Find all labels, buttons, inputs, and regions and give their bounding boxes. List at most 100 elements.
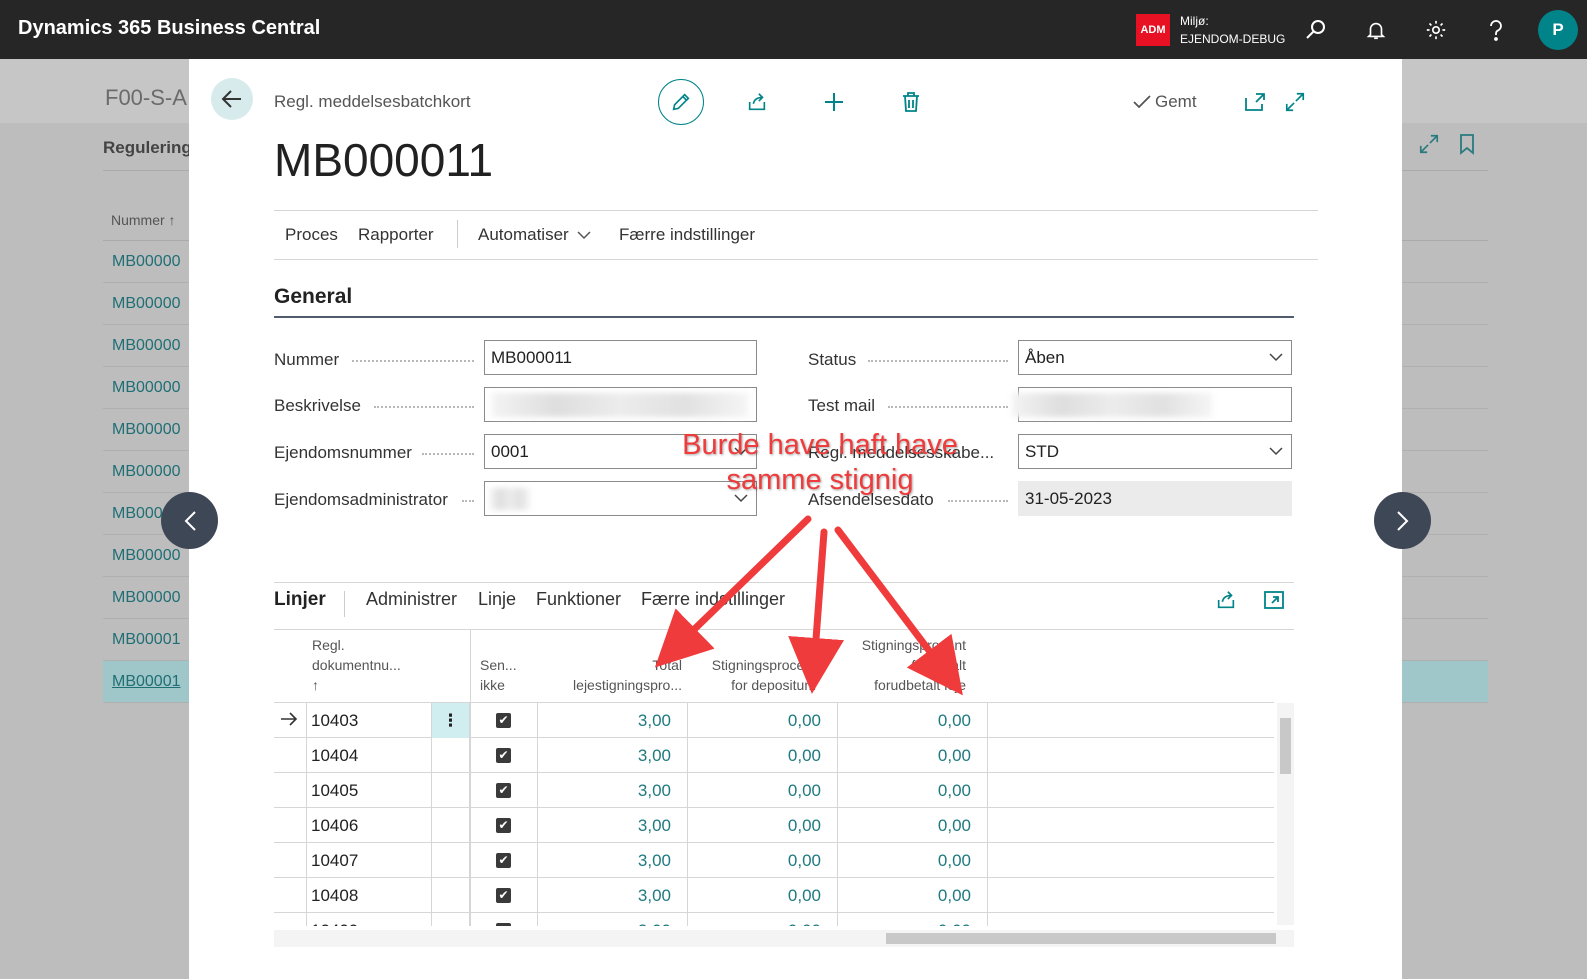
status-select[interactable]: Åben <box>1018 340 1292 375</box>
checkbox[interactable]: ✔ <box>496 748 511 763</box>
checkbox[interactable]: ✔ <box>496 853 511 868</box>
checkbox[interactable]: ✔ <box>496 888 511 903</box>
send-not-cell[interactable]: ✔ <box>470 703 538 738</box>
doc-number-cell[interactable]: 10403 <box>307 703 432 738</box>
prepaid-increase-cell[interactable]: 0,00 <box>838 738 988 773</box>
focus-mode-icon[interactable] <box>1258 584 1290 616</box>
table-row[interactable]: 10406 ✔ 3,00 0,00 0,00 <box>274 808 1274 843</box>
doc-number-cell[interactable]: 10408 <box>307 878 432 913</box>
send-not-cell[interactable]: ✔ <box>470 843 538 878</box>
prepaid-increase-cell[interactable]: 0,00 <box>838 878 988 913</box>
checkbox[interactable]: ✔ <box>496 923 511 926</box>
gear-icon[interactable] <box>1420 14 1452 46</box>
send-not-cell[interactable]: ✔ <box>470 808 538 843</box>
send-not-cell[interactable]: ✔ <box>470 773 538 808</box>
prepaid-increase-cell[interactable]: 0,00 <box>838 913 988 926</box>
total-increase-cell[interactable]: 3,00 <box>538 843 688 878</box>
share-icon[interactable] <box>734 79 780 125</box>
prepaid-increase-cell[interactable]: 0,00 <box>838 703 988 738</box>
table-row[interactable]: 10405 ✔ 3,00 0,00 0,00 <box>274 773 1274 808</box>
doc-number-cell[interactable]: 10406 <box>307 808 432 843</box>
delete-trash-icon[interactable] <box>888 79 934 125</box>
share-icon[interactable] <box>1210 584 1242 616</box>
prepaid-increase-cell[interactable]: 0,00 <box>838 773 988 808</box>
deposit-increase-cell[interactable]: 0,00 <box>688 878 838 913</box>
checkbox[interactable]: ✔ <box>496 713 511 728</box>
lines-menu-administrer[interactable]: Administrer <box>366 589 457 610</box>
deposit-increase-cell[interactable]: 0,00 <box>688 773 838 808</box>
expand-icon[interactable] <box>1272 79 1318 125</box>
leader-dots <box>374 406 474 408</box>
nummer-field[interactable]: MB000011 <box>484 340 757 375</box>
previous-record-button[interactable] <box>161 492 218 549</box>
lines-menu-linje[interactable]: Linje <box>478 589 516 610</box>
deposit-increase-cell[interactable]: 0,00 <box>688 843 838 878</box>
divider <box>274 210 1318 211</box>
doc-number-cell[interactable]: 10407 <box>307 843 432 878</box>
menu-rapporter[interactable]: Rapporter <box>358 225 434 245</box>
row-actions-menu-icon[interactable]: ⋮ <box>432 703 470 738</box>
column-header-prepaid-increase[interactable]: Stigningsprocent for betalt forudbetalt … <box>834 635 966 695</box>
horizontal-scrollbar-thumb[interactable] <box>886 933 1276 944</box>
doc-number-cell[interactable]: 10405 <box>307 773 432 808</box>
checkbox[interactable]: ✔ <box>496 818 511 833</box>
help-icon[interactable] <box>1480 14 1512 46</box>
annotation-line-2: samme stignig <box>726 464 914 496</box>
add-icon[interactable] <box>811 79 857 125</box>
app-title[interactable]: Dynamics 365 Business Central <box>18 17 320 40</box>
deposit-increase-cell[interactable]: 0,00 <box>688 913 838 926</box>
column-header-doc[interactable]: Regl. dokumentnu... ↑ <box>312 635 401 695</box>
table-row[interactable]: 10409 ✔ 3,00 0,00 0,00 <box>274 913 1274 926</box>
afsendelsesdato-field: 31-05-2023 <box>1018 481 1292 516</box>
status-value: Åben <box>1025 348 1065 367</box>
menu-automatiser[interactable]: Automatiser <box>478 225 591 245</box>
regl-meddelsesskabelon-select[interactable]: STD <box>1018 434 1292 469</box>
next-record-button[interactable] <box>1374 492 1431 549</box>
send-not-cell[interactable]: ✔ <box>470 878 538 913</box>
menu-fewer-options[interactable]: Færre indstillinger <box>619 225 755 245</box>
total-increase-cell[interactable]: 3,00 <box>538 773 688 808</box>
lines-menu-funktioner[interactable]: Funktioner <box>536 589 621 610</box>
doc-number-cell[interactable]: 10404 <box>307 738 432 773</box>
redacted-value <box>492 393 748 417</box>
send-not-cell[interactable]: ✔ <box>470 738 538 773</box>
send-not-cell[interactable]: ✔ <box>470 913 538 926</box>
leader-dots <box>462 500 474 502</box>
back-button[interactable] <box>211 78 253 120</box>
environment-info[interactable]: Miljø: EJENDOM-DEBUG <box>1180 12 1285 48</box>
column-header-deposit-increase[interactable]: Stigningsprocent for depositum <box>684 655 816 695</box>
chevron-right-icon <box>1396 510 1408 531</box>
column-header-send-not[interactable]: Sen... ikke <box>480 655 517 695</box>
prepaid-increase-cell[interactable]: 0,00 <box>838 808 988 843</box>
deposit-increase-cell[interactable]: 0,00 <box>688 703 838 738</box>
total-increase-cell[interactable]: 3,00 <box>538 738 688 773</box>
chevron-down-icon <box>1269 447 1283 456</box>
doc-number-cell[interactable]: 10409 <box>307 913 432 926</box>
row-actions-cell <box>432 878 470 913</box>
table-row[interactable]: 10403 ⋮ ✔ 3,00 0,00 0,00 <box>274 703 1274 738</box>
lines-title[interactable]: Linjer <box>274 589 326 611</box>
bell-icon[interactable] <box>1360 14 1392 46</box>
prepaid-increase-cell[interactable]: 0,00 <box>838 843 988 878</box>
table-row[interactable]: 10408 ✔ 3,00 0,00 0,00 <box>274 878 1274 913</box>
lines-menu-fewer-options[interactable]: Færre indstillinger <box>641 589 785 610</box>
total-increase-cell[interactable]: 3,00 <box>538 913 688 926</box>
edit-pencil-icon[interactable] <box>658 79 704 125</box>
leader-dots <box>422 453 474 455</box>
table-row[interactable]: 10407 ✔ 3,00 0,00 0,00 <box>274 843 1274 878</box>
total-increase-cell[interactable]: 3,00 <box>538 703 688 738</box>
deposit-increase-cell[interactable]: 0,00 <box>688 738 838 773</box>
total-increase-cell[interactable]: 3,00 <box>538 878 688 913</box>
table-row[interactable]: 10404 ✔ 3,00 0,00 0,00 <box>274 738 1274 773</box>
menu-proces[interactable]: Proces <box>285 225 338 245</box>
search-icon[interactable] <box>1300 14 1332 46</box>
user-avatar[interactable]: P <box>1538 10 1578 50</box>
checkbox[interactable]: ✔ <box>496 783 511 798</box>
field-label-beskrivelse: Beskrivelse <box>274 396 361 415</box>
field-label-ejendomsadministrator: Ejendomsadministrator <box>274 490 448 509</box>
vertical-scrollbar-thumb[interactable] <box>1280 718 1291 774</box>
column-header-total-increase[interactable]: Total lejestigningspro... <box>538 655 682 695</box>
total-increase-cell[interactable]: 3,00 <box>538 808 688 843</box>
menu-separator <box>457 220 458 248</box>
deposit-increase-cell[interactable]: 0,00 <box>688 808 838 843</box>
